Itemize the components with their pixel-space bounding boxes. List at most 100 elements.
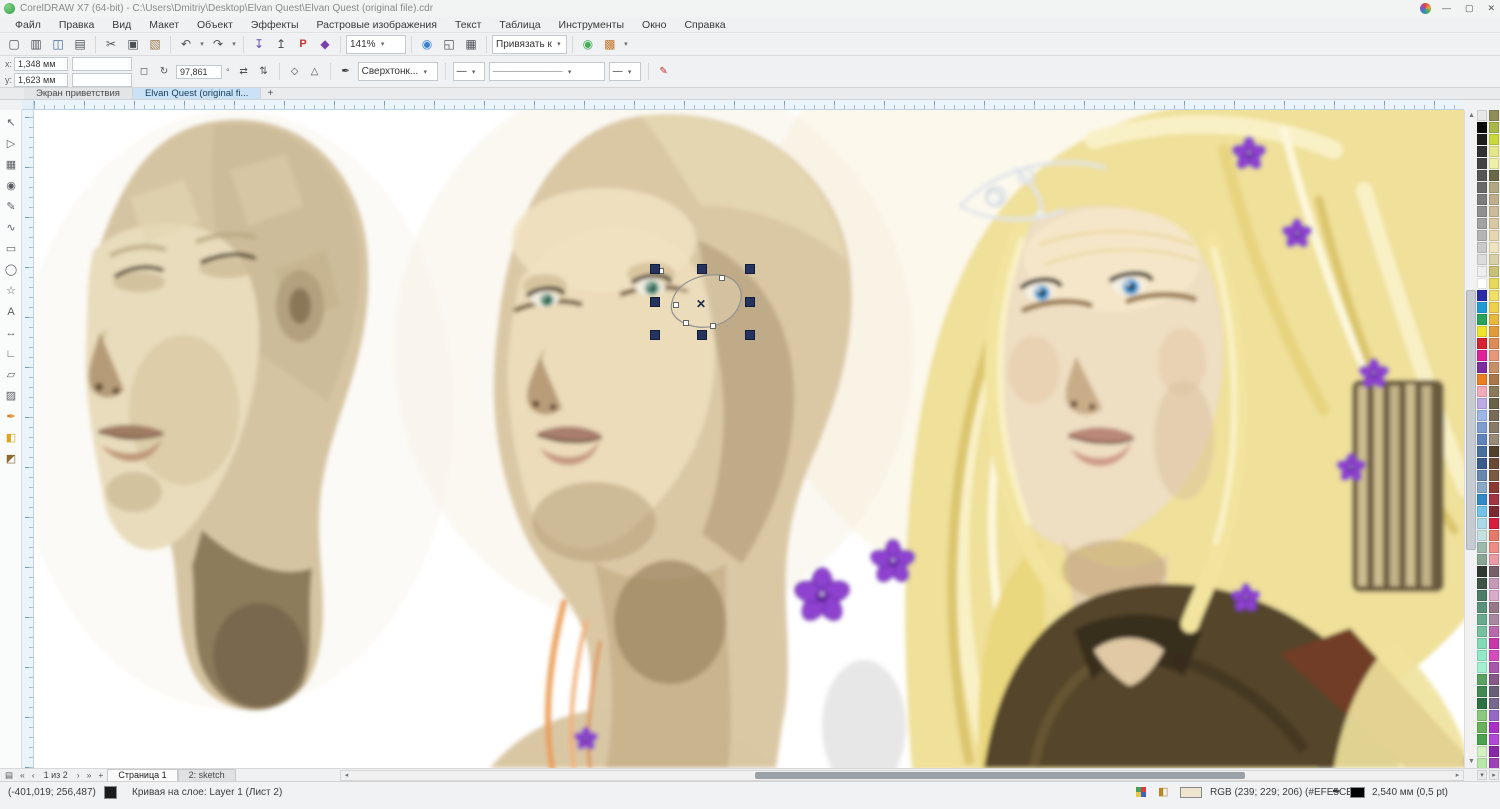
artistic-media-tool-icon[interactable]: ∿: [0, 218, 22, 239]
palette-swatch[interactable]: [1477, 710, 1487, 721]
palette-swatch[interactable]: [1477, 434, 1487, 445]
welcome-icon[interactable]: ◉: [417, 35, 437, 54]
palette-swatch[interactable]: [1489, 506, 1499, 517]
palette-swatch[interactable]: [1477, 362, 1487, 373]
open-icon[interactable]: ▥: [26, 35, 46, 54]
close-button[interactable]: ✕: [1484, 1, 1498, 16]
palette-swatch[interactable]: [1477, 254, 1487, 265]
palette-swatch[interactable]: [1477, 626, 1487, 637]
print-icon[interactable]: ▤: [70, 35, 90, 54]
palette-swatch[interactable]: [1489, 170, 1499, 181]
palette-swatch[interactable]: [1489, 758, 1499, 768]
freehand-tool-icon[interactable]: ✎: [0, 197, 22, 218]
palette-swatch[interactable]: [1489, 542, 1499, 553]
palette-swatch[interactable]: [1477, 290, 1487, 301]
horizontal-ruler[interactable]: [34, 100, 1464, 110]
palette-swatch[interactable]: [1477, 530, 1487, 541]
palette-swatch[interactable]: [1477, 674, 1487, 685]
palette-swatch[interactable]: [1477, 230, 1487, 241]
palette-swatch[interactable]: [1477, 110, 1487, 121]
palette-swatch[interactable]: [1477, 206, 1487, 217]
menu-item[interactable]: Файл: [6, 17, 50, 33]
palette-swatch[interactable]: [1477, 170, 1487, 181]
palette-swatch[interactable]: [1477, 386, 1487, 397]
palette-expand-icon[interactable]: ▸: [1489, 770, 1499, 780]
palette-swatch[interactable]: [1477, 758, 1487, 768]
last-page-icon[interactable]: »: [84, 769, 95, 781]
palette-swatch[interactable]: [1489, 338, 1499, 349]
add-page-icon[interactable]: ▤: [2, 769, 16, 781]
palette-swatch[interactable]: [1489, 422, 1499, 433]
vertical-scrollbar[interactable]: ▲ ▼: [1464, 110, 1477, 768]
outline-width-combo[interactable]: Сверхтонк... ▾: [358, 62, 438, 81]
rectangle-tool-icon[interactable]: ▭: [0, 239, 22, 260]
palette-swatch[interactable]: [1477, 506, 1487, 517]
palette-swatch[interactable]: [1489, 626, 1499, 637]
palette-swatch[interactable]: [1477, 566, 1487, 577]
palette-swatch[interactable]: [1489, 722, 1499, 733]
next-page-icon[interactable]: ›: [74, 769, 83, 781]
palette-swatch[interactable]: [1489, 566, 1499, 577]
palette-swatch[interactable]: [1477, 302, 1487, 313]
menu-item[interactable]: Вид: [103, 17, 140, 33]
palette-swatch[interactable]: [1477, 182, 1487, 193]
new-icon[interactable]: ▢: [4, 35, 24, 54]
size-height-field[interactable]: [72, 73, 132, 87]
connector-tool-icon[interactable]: ∟: [0, 344, 22, 365]
palette-swatch[interactable]: [1489, 254, 1499, 265]
palette-swatch[interactable]: [1489, 602, 1499, 613]
palette-swatch[interactable]: [1489, 734, 1499, 745]
menu-item[interactable]: Инструменты: [550, 17, 633, 33]
smart-fill-tool-icon[interactable]: ◩: [0, 449, 22, 470]
palette-swatch[interactable]: [1477, 314, 1487, 325]
size-width-field[interactable]: [72, 57, 132, 71]
palette-swatch[interactable]: [1477, 158, 1487, 169]
palette-swatch[interactable]: [1477, 422, 1487, 433]
interactive-fill-tool-icon[interactable]: ◧: [0, 428, 22, 449]
document-tab[interactable]: Экран приветствия: [24, 88, 133, 99]
pos-x-field[interactable]: 1,348 мм: [14, 57, 68, 71]
palette-swatch[interactable]: [1477, 374, 1487, 385]
palette-swatch[interactable]: [1489, 266, 1499, 277]
page-tab[interactable]: Страница 1: [107, 769, 177, 782]
palette-swatch[interactable]: [1489, 470, 1499, 481]
palette-swatch[interactable]: [1489, 134, 1499, 145]
palette-swatch[interactable]: [1477, 134, 1487, 145]
previous-page-icon[interactable]: ‹: [29, 769, 38, 781]
snap-to-combo[interactable]: Привязать к ▾: [492, 35, 567, 54]
palette-swatch[interactable]: [1477, 662, 1487, 673]
menu-item[interactable]: Окно: [633, 17, 675, 33]
palette-swatch[interactable]: [1477, 602, 1487, 613]
palette-swatch[interactable]: [1477, 482, 1487, 493]
horizontal-scroll-thumb[interactable]: [755, 772, 1245, 779]
export-icon[interactable]: ↥: [271, 35, 291, 54]
palette-swatch[interactable]: [1489, 230, 1499, 241]
vertical-ruler[interactable]: [22, 110, 34, 768]
menu-item[interactable]: Эффекты: [242, 17, 308, 33]
menu-item[interactable]: Текст: [446, 17, 490, 33]
save-icon[interactable]: ◫: [48, 35, 68, 54]
palette-swatch[interactable]: [1477, 242, 1487, 253]
document-tab[interactable]: Elvan Quest (original fi...: [133, 88, 262, 99]
palette-swatch[interactable]: [1477, 590, 1487, 601]
palette-swatch[interactable]: [1489, 662, 1499, 673]
shape-tool-icon[interactable]: ▷: [0, 134, 22, 155]
palette-swatch[interactable]: [1477, 446, 1487, 457]
palette-swatch[interactable]: [1477, 686, 1487, 697]
drop-shadow-tool-icon[interactable]: ▱: [0, 365, 22, 386]
palette-swatch[interactable]: [1477, 458, 1487, 469]
first-page-icon[interactable]: «: [17, 769, 28, 781]
polygon-tool-icon[interactable]: ☆: [0, 281, 22, 302]
new-document-tab-button[interactable]: +: [261, 88, 279, 99]
menu-item[interactable]: Правка: [50, 17, 103, 33]
palette-swatch[interactable]: [1477, 218, 1487, 229]
palette-swatch[interactable]: [1489, 110, 1499, 121]
cut-icon[interactable]: ✂: [101, 35, 121, 54]
redo-caret-icon[interactable]: ▾: [230, 40, 238, 48]
palette-swatch[interactable]: [1477, 518, 1487, 529]
drawing-canvas[interactable]: ✕: [34, 110, 1464, 768]
palette-swatch[interactable]: [1477, 722, 1487, 733]
palette-scroll-down-icon[interactable]: ▾: [1477, 770, 1487, 780]
palette-swatch[interactable]: [1489, 302, 1499, 313]
palette-swatch[interactable]: [1489, 206, 1499, 217]
